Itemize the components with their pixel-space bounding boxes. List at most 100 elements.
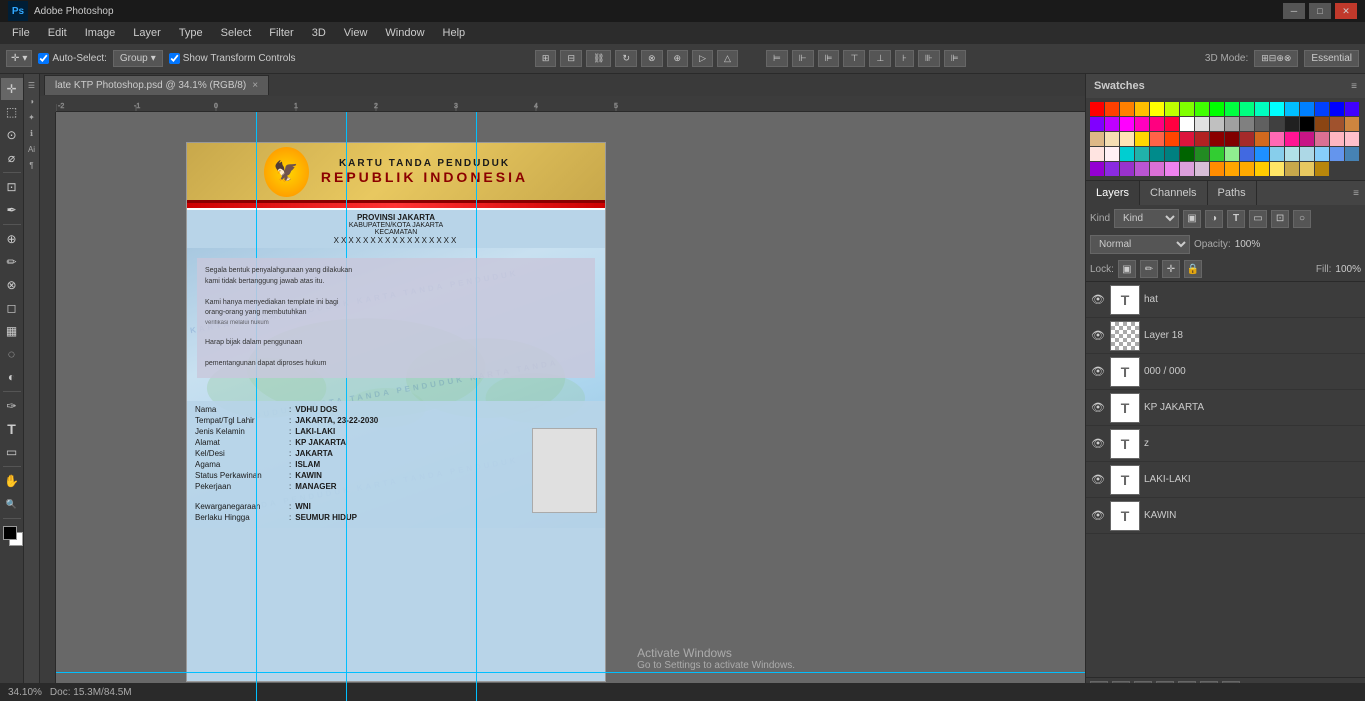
swatch-27[interactable] <box>1225 117 1239 131</box>
lock-all-button[interactable]: 🔒 <box>1184 260 1202 278</box>
group-dropdown[interactable]: Group ▾ <box>113 50 163 67</box>
swatch-7[interactable] <box>1195 102 1209 116</box>
swatch-59[interactable] <box>1165 147 1179 161</box>
swatch-10[interactable] <box>1240 102 1254 116</box>
swatch-63[interactable] <box>1225 147 1239 161</box>
filter-shape-icon[interactable]: ▭ <box>1249 210 1267 228</box>
swatch-24[interactable] <box>1180 117 1194 131</box>
swatch-60[interactable] <box>1180 147 1194 161</box>
swatch-53[interactable] <box>1345 132 1359 146</box>
menu-3d[interactable]: 3D <box>304 25 334 41</box>
swatch-33[interactable] <box>1315 117 1329 131</box>
swatch-30[interactable] <box>1270 117 1284 131</box>
menu-window[interactable]: Window <box>377 25 432 41</box>
move-tool-options[interactable]: ✛▾ <box>6 50 32 67</box>
layer-item-kpjakarta[interactable]: 👁 T KP JAKARTA <box>1086 390 1365 426</box>
menu-file[interactable]: File <box>4 25 38 41</box>
swatch-13[interactable] <box>1285 102 1299 116</box>
swatch-12[interactable] <box>1270 102 1284 116</box>
layer-kind-dropdown[interactable]: Kind Name Effect Mode Attribute Color Sm… <box>1114 209 1179 228</box>
transform-skew-v[interactable]: △ <box>717 50 738 67</box>
show-transform-checkbox[interactable] <box>169 53 180 64</box>
swatch-20[interactable] <box>1120 117 1134 131</box>
transform-dist-h[interactable]: ⊪ <box>918 50 940 67</box>
swatch-2[interactable] <box>1120 102 1134 116</box>
swatch-43[interactable] <box>1195 132 1209 146</box>
swatch-57[interactable] <box>1135 147 1149 161</box>
swatch-45[interactable] <box>1225 132 1239 146</box>
swatch-35[interactable] <box>1345 117 1359 131</box>
swatch-18[interactable] <box>1090 117 1104 131</box>
zoom-tool[interactable]: 🔍 <box>1 493 23 515</box>
panel-icon-1[interactable]: ☰ <box>25 78 39 92</box>
brush-tool[interactable]: ✏ <box>1 251 23 273</box>
hand-tool[interactable]: ✋ <box>1 470 23 492</box>
swatch-86[interactable] <box>1300 162 1314 176</box>
swatch-41[interactable] <box>1165 132 1179 146</box>
swatch-21[interactable] <box>1135 117 1149 131</box>
swatch-79[interactable] <box>1195 162 1209 176</box>
filter-smart-icon[interactable]: ⊡ <box>1271 210 1289 228</box>
swatch-62[interactable] <box>1210 147 1224 161</box>
swatch-38[interactable] <box>1120 132 1134 146</box>
swatch-80[interactable] <box>1210 162 1224 176</box>
layer-eye-layer18[interactable]: 👁 <box>1090 328 1106 344</box>
close-button[interactable]: ✕ <box>1335 3 1357 19</box>
swatch-44[interactable] <box>1210 132 1224 146</box>
swatch-83[interactable] <box>1255 162 1269 176</box>
swatch-42[interactable] <box>1180 132 1194 146</box>
swatch-46[interactable] <box>1240 132 1254 146</box>
panel-icon-text[interactable]: ¶ <box>25 158 39 172</box>
swatch-14[interactable] <box>1300 102 1314 116</box>
eyedropper-tool[interactable]: ✒ <box>1 199 23 221</box>
transform-align-c[interactable]: ⊩ <box>792 50 814 67</box>
essential-button[interactable]: Essential <box>1304 50 1359 67</box>
swatch-25[interactable] <box>1195 117 1209 131</box>
panel-icon-ai[interactable]: Ai <box>25 142 39 156</box>
swatch-37[interactable] <box>1105 132 1119 146</box>
swatch-32[interactable] <box>1300 117 1314 131</box>
swatch-49[interactable] <box>1285 132 1299 146</box>
dodge-tool[interactable]: ◐ <box>1 366 23 388</box>
swatch-70[interactable] <box>1330 147 1344 161</box>
swatch-81[interactable] <box>1225 162 1239 176</box>
swatches-menu-button[interactable]: ≡ <box>1351 81 1357 92</box>
swatch-84[interactable] <box>1270 162 1284 176</box>
layer-item-000[interactable]: 👁 T 000 / 000 <box>1086 354 1365 390</box>
transform-x[interactable]: ⊗ <box>641 50 663 67</box>
gradient-tool[interactable]: ▦ <box>1 320 23 342</box>
clone-tool[interactable]: ⊗ <box>1 274 23 296</box>
swatch-56[interactable] <box>1120 147 1134 161</box>
foreground-color[interactable] <box>3 526 17 540</box>
swatch-66[interactable] <box>1270 147 1284 161</box>
swatch-71[interactable] <box>1345 147 1359 161</box>
lock-position-button[interactable]: ✛ <box>1162 260 1180 278</box>
swatch-48[interactable] <box>1270 132 1284 146</box>
swatch-39[interactable] <box>1135 132 1149 146</box>
filter-adjust-icon[interactable]: ◑ <box>1205 210 1223 228</box>
layer-item-layer18[interactable]: 👁 Layer 18 <box>1086 318 1365 354</box>
panel-icon-3[interactable]: ✦ <box>25 110 39 124</box>
layer-eye-lakilaki[interactable]: 👁 <box>1090 472 1106 488</box>
filter-text-icon[interactable]: T <box>1227 210 1245 228</box>
menu-filter[interactable]: Filter <box>261 25 301 41</box>
swatch-22[interactable] <box>1150 117 1164 131</box>
swatch-5[interactable] <box>1165 102 1179 116</box>
shape-tool[interactable]: ▭ <box>1 441 23 463</box>
swatch-52[interactable] <box>1330 132 1344 146</box>
maximize-button[interactable]: □ <box>1309 3 1331 19</box>
layer-eye-kpjakarta[interactable]: 👁 <box>1090 400 1106 416</box>
transform-skew-h[interactable]: ▷ <box>692 50 713 67</box>
lock-transparent-button[interactable]: ▣ <box>1118 260 1136 278</box>
lasso-tool[interactable]: ⊙ <box>1 124 23 146</box>
document-tab[interactable]: late KTP Photoshop.psd @ 34.1% (RGB/8) × <box>44 75 269 95</box>
swatch-73[interactable] <box>1105 162 1119 176</box>
transform-align-t[interactable]: ⊤ <box>843 50 865 67</box>
transform-align-l[interactable]: ⊨ <box>766 50 788 67</box>
filter-pixel-icon[interactable]: ▣ <box>1183 210 1201 228</box>
filter-toggle[interactable]: ○ <box>1293 210 1311 228</box>
menu-help[interactable]: Help <box>435 25 474 41</box>
swatch-17[interactable] <box>1345 102 1359 116</box>
lock-image-button[interactable]: ✏ <box>1140 260 1158 278</box>
swatch-76[interactable] <box>1150 162 1164 176</box>
